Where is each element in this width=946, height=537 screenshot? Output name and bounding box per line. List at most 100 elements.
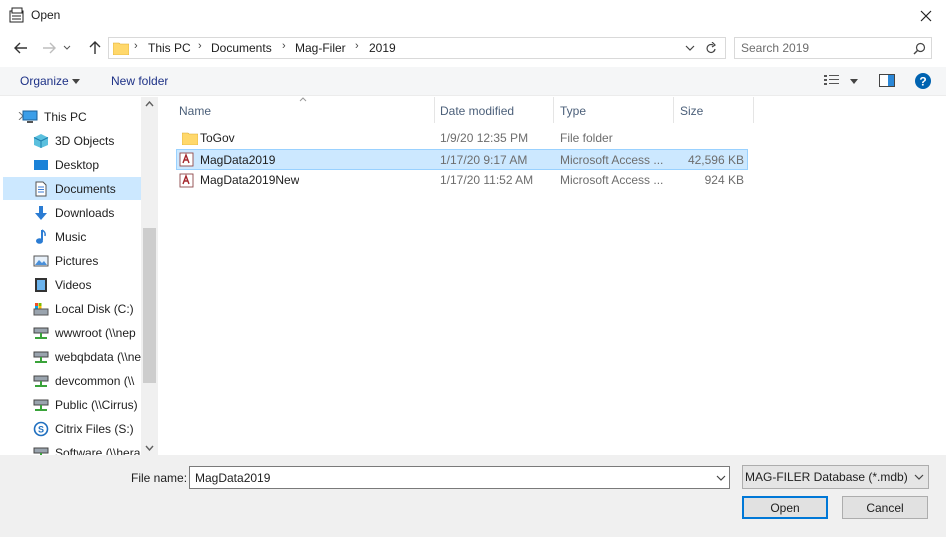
network-drive-icon: [33, 327, 49, 339]
nav-item-citrix-files[interactable]: S Citrix Files (S:): [3, 417, 141, 440]
search-icon: [913, 42, 926, 55]
video-icon: [35, 278, 47, 292]
nav-item-label: Software (\\hera: [55, 446, 141, 455]
column-header-name[interactable]: Name: [179, 104, 211, 118]
app-icon: [9, 7, 26, 24]
nav-item-label: Public (\\Cirrus): [55, 398, 138, 412]
file-name-value: MagData2019: [195, 471, 271, 485]
back-button[interactable]: [10, 37, 32, 59]
close-button[interactable]: [911, 2, 941, 30]
file-name-input[interactable]: MagData2019: [189, 466, 730, 489]
file-type: Microsoft Access ...: [560, 153, 664, 167]
forward-button[interactable]: [38, 37, 60, 59]
title-bar: [0, 0, 946, 32]
file-size: 924 KB: [704, 173, 744, 187]
scroll-down-icon[interactable]: [145, 445, 154, 451]
file-type-select[interactable]: MAG-FILER Database (*.mdb): [742, 465, 929, 489]
nav-item-label: devcommon (\\: [55, 374, 135, 388]
address-bar[interactable]: › This PC › Documents › Mag-Filer › 2019: [108, 37, 726, 59]
nav-item-desktop[interactable]: Desktop: [3, 153, 141, 176]
view-options-icon[interactable]: [824, 74, 840, 87]
nav-item-webqbdata[interactable]: webqbdata (\\ne: [3, 345, 141, 368]
column-divider[interactable]: [673, 97, 674, 123]
download-icon: [35, 206, 47, 220]
file-type-value: MAG-FILER Database (*.mdb): [745, 470, 908, 484]
breadcrumb-this-pc[interactable]: This PC: [148, 41, 191, 55]
folder-icon: [182, 132, 198, 145]
nav-item-this-pc[interactable]: This PC: [0, 105, 130, 128]
nav-item-wwwroot[interactable]: wwwroot (\\nep: [3, 321, 141, 344]
file-type: Microsoft Access ...: [560, 173, 664, 187]
nav-item-public[interactable]: Public (\\Cirrus): [3, 393, 141, 416]
table-row[interactable]: MagData2019New 1/17/20 11:52 AM Microsof…: [176, 170, 748, 191]
access-db-icon: [179, 152, 194, 167]
column-header-size[interactable]: Size: [680, 104, 703, 118]
file-list: Name Date modified Type Size ToGov 1/9/2…: [158, 97, 946, 455]
arrow-right-icon: [43, 42, 56, 54]
recent-locations-button[interactable]: [60, 37, 74, 59]
nav-item-label: This PC: [44, 110, 87, 124]
nav-item-documents[interactable]: Documents: [3, 177, 141, 200]
chevron-down-icon: [914, 474, 924, 480]
nav-item-music[interactable]: Music: [3, 225, 141, 248]
file-name: MagData2019: [200, 153, 276, 167]
column-divider[interactable]: [434, 97, 435, 123]
window-title: Open: [31, 8, 61, 22]
close-icon: [920, 10, 932, 22]
nav-item-software[interactable]: Software (\\hera: [3, 441, 141, 455]
refresh-icon[interactable]: [705, 42, 717, 55]
nav-item-label: Pictures: [55, 254, 99, 268]
chevron-down-icon[interactable]: [685, 45, 695, 52]
chevron-down-icon[interactable]: [850, 79, 858, 84]
search-box[interactable]: Search 2019: [734, 37, 932, 59]
organize-button[interactable]: Organize: [20, 74, 69, 88]
column-header-date[interactable]: Date modified: [440, 104, 514, 118]
nav-item-label: Documents: [55, 182, 116, 196]
file-name-label: File name:: [131, 471, 188, 485]
column-divider[interactable]: [753, 97, 754, 123]
nav-item-devcommon[interactable]: devcommon (\\: [3, 369, 141, 392]
table-row[interactable]: MagData2019 1/17/20 9:17 AM Microsoft Ac…: [176, 149, 748, 170]
breadcrumb-separator: ›: [355, 40, 359, 52]
file-date: 1/9/20 12:35 PM: [440, 131, 529, 145]
cancel-button[interactable]: Cancel: [842, 496, 928, 519]
sort-ascending-icon: [299, 97, 307, 102]
nav-item-label: Desktop: [55, 158, 100, 172]
breadcrumb-documents[interactable]: Documents: [211, 41, 272, 55]
pc-icon: [22, 110, 38, 123]
preview-pane-icon[interactable]: [879, 74, 895, 87]
nav-item-pictures[interactable]: Pictures: [3, 249, 141, 272]
column-divider[interactable]: [553, 97, 554, 123]
chevron-down-icon[interactable]: [716, 475, 726, 481]
citrix-icon: S: [33, 421, 49, 437]
new-folder-button[interactable]: New folder: [111, 74, 168, 88]
folder-icon: [113, 42, 129, 55]
table-row[interactable]: ToGov 1/9/20 12:35 PM File folder: [176, 128, 748, 149]
chevron-down-icon[interactable]: [72, 79, 80, 84]
disk-icon: [33, 303, 49, 316]
file-name: ToGov: [200, 131, 235, 145]
svg-text:S: S: [38, 425, 44, 435]
breadcrumb-separator: ›: [198, 40, 202, 52]
up-button[interactable]: [84, 37, 106, 59]
nav-item-label: Videos: [55, 278, 92, 292]
breadcrumb-separator: ›: [282, 40, 286, 52]
breadcrumb-mag-filer[interactable]: Mag-Filer: [295, 41, 346, 55]
nav-item-local-disk[interactable]: Local Disk (C:): [3, 297, 141, 320]
svg-text:?: ?: [919, 75, 926, 89]
nav-item-videos[interactable]: Videos: [3, 273, 141, 296]
nav-item-label: wwwroot (\\nep: [55, 326, 136, 340]
cube-icon: [33, 134, 49, 148]
desktop-icon: [34, 160, 48, 170]
chevron-down-icon: [63, 45, 71, 50]
nav-item-downloads[interactable]: Downloads: [3, 201, 141, 224]
help-icon[interactable]: ?: [915, 73, 931, 89]
nav-item-3d-objects[interactable]: 3D Objects: [3, 129, 141, 152]
nav-scrollbar-thumb[interactable]: [143, 228, 156, 383]
nav-item-label: 3D Objects: [55, 134, 115, 148]
column-header-type[interactable]: Type: [560, 104, 586, 118]
scroll-up-icon[interactable]: [145, 101, 154, 107]
network-drive-icon: [33, 447, 49, 455]
open-button[interactable]: Open: [742, 496, 828, 519]
breadcrumb-2019[interactable]: 2019: [369, 41, 396, 55]
